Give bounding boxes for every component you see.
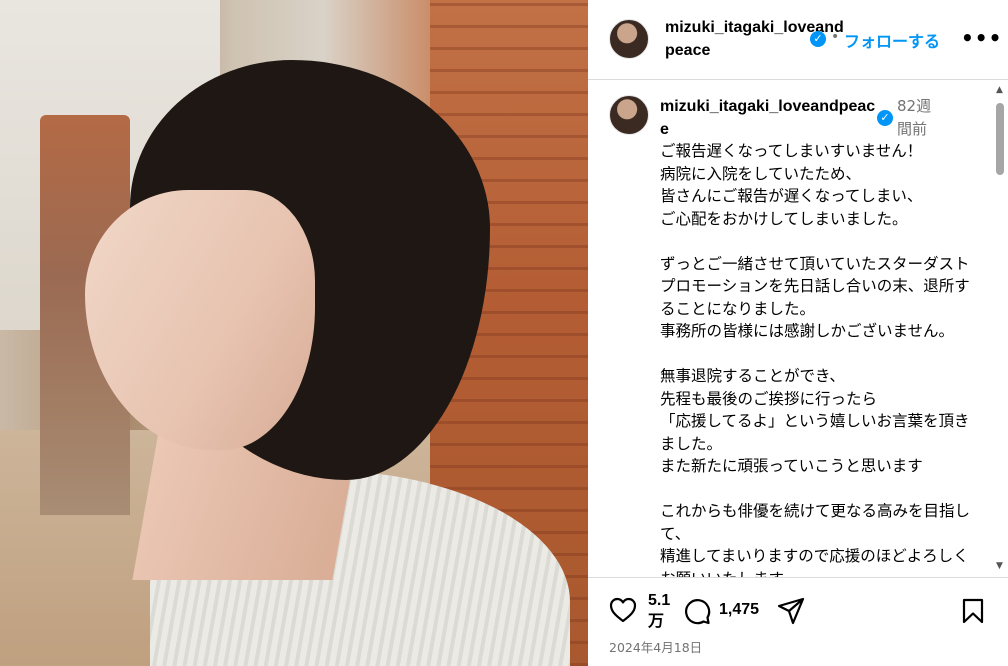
caption-text: ご報告遅くなってしまいすいません！ 病院に入院をしていたため、 皆さんにご報告が… [660,142,971,577]
avatar[interactable] [609,19,649,59]
follow-button[interactable]: フォローする [844,28,940,52]
post-date[interactable]: 2024年4月18日 [609,637,702,656]
share-icon[interactable] [777,597,805,625]
comment-avatar[interactable] [609,95,649,135]
comment-username[interactable]: mizuki_itagaki_loveandpeace [660,95,880,141]
scroll-up-icon[interactable]: ▲ [996,85,1003,95]
more-options-icon[interactable]: ••• [961,26,1002,50]
verified-icon: ✓ [877,110,893,126]
post-header: mizuki_itagaki_loveandpeace ✓ • フォローする •… [588,0,1008,80]
verified-icon: ✓ [810,31,826,47]
scrollbar[interactable]: ▲ ▼ [992,81,1008,577]
heart-icon[interactable] [609,597,637,623]
bookmark-icon[interactable] [961,598,985,624]
post-photo [0,0,588,666]
comment-count[interactable]: 1,475 [719,601,759,619]
caption-comment: mizuki_itagaki_loveandpeace ✓ 82週間前 ご報告遅… [588,81,1008,577]
like-count[interactable]: 5.1万 [648,590,670,632]
comment-icon[interactable] [683,597,711,625]
action-bar: 5.1万 1,475 2024年4月18日 [588,577,1008,666]
post-sidebar: mizuki_itagaki_loveandpeace ✓ • フォローする •… [588,0,1008,666]
separator-dot: • [831,29,840,45]
scroll-down-icon[interactable]: ▼ [996,561,1003,571]
comment-timestamp[interactable]: 82週間前 [897,95,937,141]
scrollbar-thumb[interactable] [996,103,1004,175]
